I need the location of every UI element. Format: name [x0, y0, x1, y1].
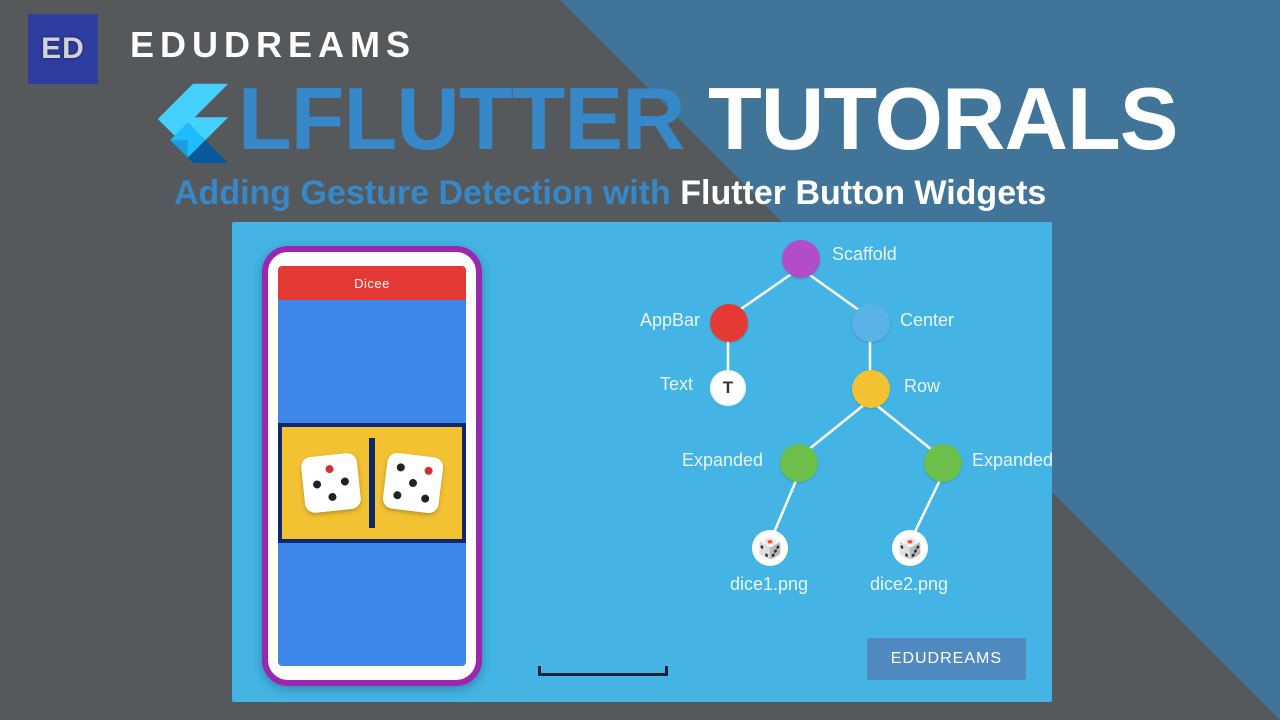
label-row: Row	[904, 376, 940, 397]
title-lflutter: LFLUTTER	[238, 69, 685, 168]
phone-screen: Dicee	[278, 266, 466, 666]
node-appbar	[710, 304, 748, 342]
node-center	[852, 304, 890, 342]
label-text: Text	[660, 374, 693, 395]
phone-body-mid	[278, 423, 466, 543]
phone-mock: Dicee	[262, 246, 482, 686]
main-title: LFLUTTER TUTORALS	[238, 68, 1178, 170]
label-scaffold: Scaffold	[832, 244, 897, 265]
title-tutorials: TUTORALS	[708, 69, 1177, 168]
phone-body-bot	[278, 543, 466, 666]
content-card: Dicee	[232, 222, 1052, 702]
widget-tree: Scaffold AppBar Center T Text Row Expand…	[512, 222, 1032, 702]
node-row	[852, 370, 890, 408]
phone-body-top	[278, 300, 466, 423]
subtitle: Adding Gesture Detection with Flutter Bu…	[174, 174, 1046, 213]
node-dice1-icon: 🎲	[752, 530, 788, 566]
label-appbar: AppBar	[640, 310, 700, 331]
edudreams-button-label: EDUDREAMS	[891, 650, 1002, 667]
dice-icon	[382, 452, 444, 514]
label-center: Center	[900, 310, 954, 331]
label-dice1: dice1.png	[730, 574, 808, 595]
brand-logo-text: ED	[41, 32, 85, 66]
label-dice2: dice2.png	[870, 574, 948, 595]
node-text: T	[710, 370, 746, 406]
dice-icon	[300, 452, 362, 514]
phone-divider	[369, 438, 375, 528]
node-text-glyph: T	[723, 378, 733, 398]
node-scaffold	[782, 240, 820, 278]
phone-appbar-title: Dicee	[354, 276, 390, 291]
subtitle-part2: Flutter Button Widgets	[680, 174, 1046, 212]
label-expanded-2: Expanded	[972, 450, 1053, 471]
subtitle-part1: Adding Gesture Detection with	[174, 174, 680, 212]
label-expanded-1: Expanded	[682, 450, 763, 471]
node-expanded-2	[924, 444, 962, 482]
brand-logo-box: ED	[28, 14, 98, 84]
edudreams-button[interactable]: EDUDREAMS	[867, 638, 1026, 680]
phone-appbar: Dicee	[278, 266, 466, 300]
flutter-logo-icon	[142, 82, 230, 175]
thumbnail-stage: ED EDUDREAMS LFLUTTER TUTORALS Adding Ge…	[0, 0, 1280, 720]
node-expanded-1	[780, 444, 818, 482]
decorative-underline	[538, 666, 668, 676]
brand-top-label: EDUDREAMS	[130, 24, 416, 66]
node-dice2-icon: 🎲	[892, 530, 928, 566]
